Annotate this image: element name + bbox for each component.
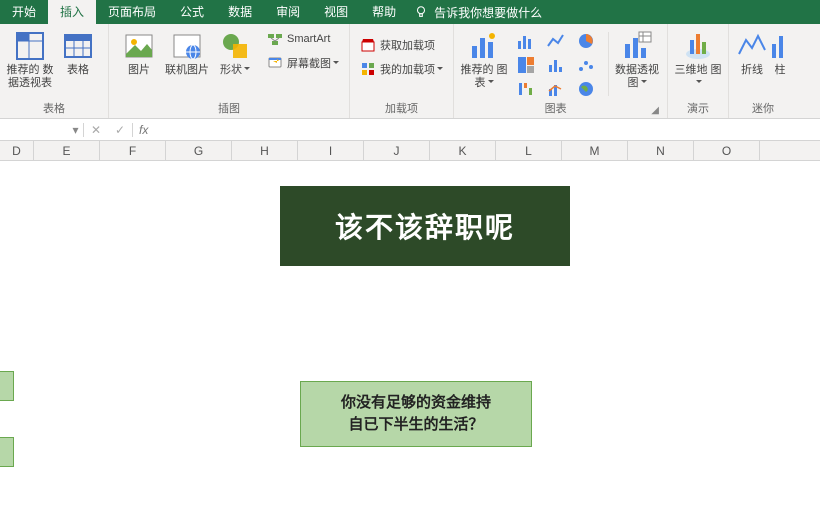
screenshot-button[interactable]: 屏幕截图	[263, 52, 343, 74]
combo-icon	[546, 79, 566, 99]
tab-help[interactable]: 帮助	[360, 0, 408, 24]
col-header[interactable]: E	[34, 141, 100, 160]
fx-label[interactable]: fx	[132, 123, 154, 137]
recommended-pivottable-button[interactable]: 推荐的 数据透视表	[6, 28, 54, 92]
name-box-dropdown[interactable]: ▾	[68, 123, 84, 137]
addins-icon	[360, 61, 376, 77]
formula-input[interactable]	[154, 119, 820, 140]
enter-formula-button[interactable]: ✓	[108, 123, 132, 137]
screenshot-icon	[267, 55, 283, 71]
tell-me[interactable]: 告诉我你想要做什么	[414, 4, 542, 21]
tab-layout[interactable]: 页面布局	[96, 0, 168, 24]
scatter-chart-button[interactable]	[572, 54, 600, 76]
3d-map-icon	[682, 30, 714, 62]
recommended-charts-button[interactable]: 推荐的 图表	[460, 28, 508, 92]
group-label-spark: 迷你	[735, 100, 791, 118]
group-charts: 推荐的 图表 数据透视图 图表 ◢	[454, 24, 668, 118]
shape-stub-1[interactable]	[0, 371, 14, 401]
col-header[interactable]: G	[166, 141, 232, 160]
histogram-icon	[546, 55, 566, 75]
waterfall-icon	[516, 79, 536, 99]
table-button[interactable]: 表格	[54, 28, 102, 79]
group-illustrations: 图片 联机图片 形状 SmartArt 屏幕截图 插图	[109, 24, 350, 118]
line-chart-icon	[546, 31, 566, 51]
tell-me-label: 告诉我你想要做什么	[434, 4, 542, 21]
sparkline-line-button[interactable]: 折线	[735, 28, 769, 79]
sparkline-column-button[interactable]: 柱	[769, 28, 791, 79]
title-shape[interactable]: 该不该辞职呢	[280, 186, 570, 266]
pivottable-icon	[14, 30, 46, 62]
col-header[interactable]: M	[562, 141, 628, 160]
col-header[interactable]: N	[628, 141, 694, 160]
shapes-icon	[219, 30, 251, 62]
charts-dialog-launcher[interactable]: ◢	[651, 105, 659, 116]
col-header[interactable]: I	[298, 141, 364, 160]
picture-icon	[123, 30, 155, 62]
get-addins-button[interactable]: 获取加载项	[356, 34, 447, 56]
pie-chart-icon	[576, 31, 596, 51]
hierarchy-chart-button[interactable]	[512, 54, 540, 76]
smartart-icon	[267, 31, 283, 47]
sparkline-line-icon	[736, 30, 768, 62]
online-picture-icon	[171, 30, 203, 62]
group-label-addins: 加载项	[356, 100, 447, 118]
worksheet-area[interactable]: 该不该辞职呢 你没有足够的资金维持 自已下半生的生活？	[0, 161, 820, 528]
question-line2: 自已下半生的生活？	[348, 416, 483, 433]
col-header[interactable]: L	[496, 141, 562, 160]
pie-chart-button[interactable]	[572, 30, 600, 52]
group-addins: 获取加载项 我的加载项 加载项	[350, 24, 454, 118]
group-sparklines: 折线 柱 迷你	[729, 24, 797, 118]
title-text: 该不该辞职呢	[335, 206, 515, 246]
my-addins-button[interactable]: 我的加载项	[356, 58, 447, 80]
group-label-tours: 演示	[674, 100, 722, 118]
combo-chart-button[interactable]	[542, 78, 570, 100]
recommended-charts-icon	[468, 30, 500, 62]
map-chart-button[interactable]	[572, 78, 600, 100]
tab-view[interactable]: 视图	[312, 0, 360, 24]
shape-stub-2[interactable]	[0, 437, 14, 467]
tab-review[interactable]: 审阅	[264, 0, 312, 24]
col-header[interactable]: K	[430, 141, 496, 160]
column-chart-button[interactable]	[512, 30, 540, 52]
column-chart-icon	[516, 31, 536, 51]
waterfall-chart-button[interactable]	[512, 78, 540, 100]
ribbon-tabs: 开始 插入 页面布局 公式 数据 审阅 视图 帮助 告诉我你想要做什么	[0, 0, 820, 24]
pivotchart-icon	[621, 30, 653, 62]
column-headers: D E F G H I J K L M N O	[0, 141, 820, 161]
shapes-button[interactable]: 形状	[211, 28, 259, 79]
col-header[interactable]: H	[232, 141, 298, 160]
3d-map-button[interactable]: 三维地 图	[674, 28, 722, 92]
sparkline-column-icon	[770, 30, 790, 62]
cancel-formula-button[interactable]: ✕	[84, 123, 108, 137]
col-header[interactable]: D	[0, 141, 34, 160]
pivotchart-button[interactable]: 数据透视图	[613, 28, 661, 92]
bulb-icon	[414, 5, 428, 19]
statistic-chart-button[interactable]	[542, 54, 570, 76]
tab-start[interactable]: 开始	[0, 0, 48, 24]
ribbon: 推荐的 数据透视表 表格 表格 图片 联机图片 形状	[0, 24, 820, 119]
treemap-icon	[516, 55, 536, 75]
online-picture-button[interactable]: 联机图片	[163, 28, 211, 79]
store-icon	[360, 37, 376, 53]
question-shape[interactable]: 你没有足够的资金维持 自已下半生的生活？	[300, 381, 532, 447]
group-tours: 三维地 图 演示	[668, 24, 729, 118]
map-icon	[576, 79, 596, 99]
tab-insert[interactable]: 插入	[48, 0, 96, 24]
tab-formula[interactable]: 公式	[168, 0, 216, 24]
group-label-charts: 图表	[460, 100, 651, 118]
col-header[interactable]: F	[100, 141, 166, 160]
scatter-icon	[576, 55, 596, 75]
group-tables: 推荐的 数据透视表 表格 表格	[0, 24, 109, 118]
line-chart-button[interactable]	[542, 30, 570, 52]
formula-bar: ▾ ✕ ✓ fx	[0, 119, 820, 141]
picture-button[interactable]: 图片	[115, 28, 163, 79]
table-icon	[62, 30, 94, 62]
tab-data[interactable]: 数据	[216, 0, 264, 24]
smartart-button[interactable]: SmartArt	[263, 28, 343, 50]
group-label-illus: 插图	[115, 100, 343, 118]
group-label-tables: 表格	[6, 100, 102, 118]
question-line1: 你没有足够的资金维持	[341, 394, 491, 411]
col-header[interactable]: O	[694, 141, 760, 160]
col-header[interactable]: J	[364, 141, 430, 160]
